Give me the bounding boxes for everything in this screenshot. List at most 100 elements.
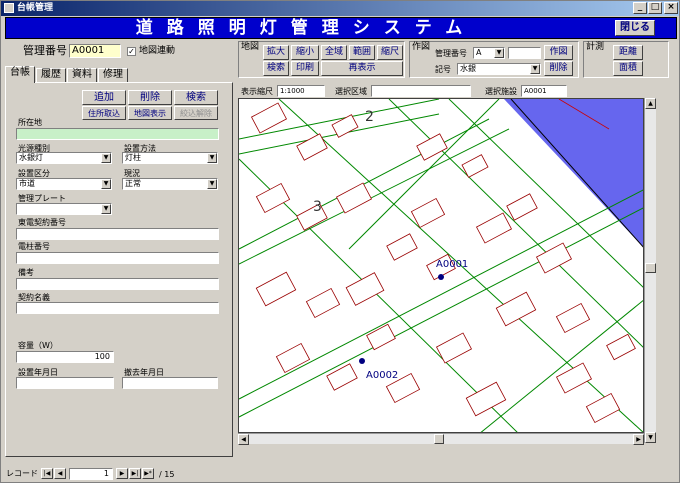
current-record-field[interactable]: 1 — [69, 468, 113, 480]
block-label: 3 — [313, 199, 322, 215]
location-field[interactable] — [16, 128, 219, 140]
map-group-label: 地図 — [241, 42, 260, 52]
id-field[interactable]: A0001 — [69, 44, 121, 58]
next-record-icon[interactable]: ▶ — [116, 468, 128, 479]
draw-group-label: 作図 — [412, 42, 431, 52]
marker-label: A0001 — [436, 259, 468, 270]
scroll-up-icon[interactable]: ▲ — [645, 98, 656, 109]
delete-drawing-button[interactable]: 削除 — [544, 61, 573, 76]
zoom-in-button[interactable]: 拡大 — [263, 45, 289, 60]
light-marker[interactable] — [438, 274, 444, 280]
map-view[interactable]: 2 3 A0001 A0002 — [238, 98, 644, 433]
close-button[interactable]: 閉じる — [615, 20, 655, 36]
install-date-field[interactable] — [16, 377, 114, 389]
area-button[interactable]: 面積 — [613, 61, 643, 76]
record-total: / 15 — [159, 470, 175, 479]
close-window-button[interactable]: × — [664, 2, 678, 14]
light-marker[interactable] — [359, 358, 365, 364]
scale-label: 表示縮尺 — [241, 87, 273, 96]
light-type-combo[interactable]: 水銀灯 ▼ — [16, 152, 112, 164]
chevron-down-icon[interactable]: ▼ — [207, 179, 217, 189]
pole-field[interactable] — [16, 252, 219, 264]
chevron-down-icon[interactable]: ▼ — [207, 153, 217, 163]
facility-value: A0001 — [521, 85, 567, 97]
print-button[interactable]: 印刷 — [291, 61, 319, 76]
full-extent-button[interactable]: 全域 — [321, 45, 347, 60]
plate-combo[interactable]: ▼ — [16, 203, 112, 215]
maximize-button[interactable]: □ — [648, 2, 662, 14]
chevron-down-icon[interactable]: ▼ — [494, 48, 504, 58]
draw-id-combo[interactable]: A ▼ — [473, 47, 505, 59]
scroll-right-icon[interactable]: ▶ — [633, 434, 644, 445]
status-combo[interactable]: 正常 ▼ — [122, 178, 218, 190]
measure-group-label: 計測 — [586, 42, 605, 52]
contract-label: 東電契約番号 — [18, 218, 66, 227]
draw-id-value: A — [476, 48, 482, 57]
status-value: 正常 — [125, 179, 141, 188]
capacity-field[interactable]: 100 — [16, 351, 114, 363]
narrow-off-button[interactable]: 絞込解除 — [174, 106, 218, 120]
id-label: 管理番号 — [23, 44, 67, 57]
map-link-checkbox[interactable]: ✓ — [127, 47, 136, 56]
new-record-icon[interactable]: ▶* — [142, 468, 154, 479]
install-class-combo[interactable]: 市道 ▼ — [16, 178, 112, 190]
distance-button[interactable]: 距離 — [613, 45, 643, 60]
address-import-button[interactable]: 住所取込 — [82, 106, 126, 120]
install-method-combo[interactable]: 灯柱 ▼ — [122, 152, 218, 164]
app-icon — [4, 3, 14, 13]
horizontal-scroll-thumb[interactable] — [434, 434, 444, 444]
marker-label: A0002 — [366, 370, 398, 381]
system-title: 道路照明灯管理システム — [135, 18, 477, 38]
contract-field[interactable] — [16, 228, 219, 240]
install-method-value: 灯柱 — [125, 153, 141, 162]
range-button[interactable]: 範囲 — [349, 45, 375, 60]
area-label: 選択区域 — [335, 87, 367, 96]
symbol-combo[interactable]: 水銀 ▼ — [457, 63, 541, 75]
prev-record-icon[interactable]: ◀ — [54, 468, 66, 479]
draw-id-label: 管理番号 — [435, 49, 467, 58]
last-record-icon[interactable]: ▶| — [129, 468, 141, 479]
install-class-value: 市道 — [19, 179, 35, 188]
draw-id-extra-field[interactable] — [508, 47, 541, 59]
search-map-button[interactable]: 検索 — [263, 61, 289, 76]
symbol-value: 水銀 — [460, 64, 476, 73]
capacity-label: 容量（W） — [18, 341, 58, 350]
tab-repair[interactable]: 修理 — [98, 68, 128, 82]
tab-documents[interactable]: 資料 — [67, 68, 97, 82]
map-show-button[interactable]: 地図表示 — [128, 106, 172, 120]
chevron-down-icon[interactable]: ▼ — [101, 153, 111, 163]
area-value — [371, 85, 471, 97]
search-button[interactable]: 検索 — [174, 90, 218, 105]
scroll-left-icon[interactable]: ◀ — [238, 434, 249, 445]
symbol-label: 記号 — [435, 65, 451, 74]
record-navigator: レコード |◀ ◀ 1 ▶ ▶| ▶* / 15 — [1, 463, 679, 483]
scale-button[interactable]: 縮尺 — [377, 45, 403, 60]
chevron-down-icon[interactable]: ▼ — [101, 179, 111, 189]
banner: 道路照明灯管理システム 閉じる — [5, 17, 677, 39]
draw-button[interactable]: 作図 — [544, 45, 573, 60]
light-type-value: 水銀灯 — [19, 153, 43, 162]
map-link-label: 地図連動 — [139, 46, 176, 56]
tab-history[interactable]: 履歴 — [36, 68, 66, 82]
note-field[interactable] — [16, 278, 219, 290]
map-vertical-scrollbar[interactable]: ▲ ▼ — [644, 98, 656, 443]
map-horizontal-scrollbar[interactable]: ◀ ▶ — [238, 433, 644, 445]
delete-button[interactable]: 削除 — [128, 90, 172, 105]
add-button[interactable]: 追加 — [82, 90, 126, 105]
vertical-scroll-thumb[interactable] — [645, 263, 656, 273]
minimize-button[interactable]: _ — [633, 2, 647, 14]
tab-ledger[interactable]: 台帳 — [5, 66, 35, 83]
title-bar: 台帳管理 _ □ × — [1, 1, 679, 16]
zoom-out-button[interactable]: 縮小 — [291, 45, 319, 60]
chevron-down-icon[interactable]: ▼ — [101, 204, 111, 214]
redraw-button[interactable]: 再表示 — [321, 61, 403, 76]
removal-date-field[interactable] — [122, 377, 218, 389]
chevron-down-icon[interactable]: ▼ — [530, 64, 540, 74]
map-canvas[interactable]: 2 3 A0001 A0002 — [239, 99, 644, 433]
contract-name-field[interactable] — [16, 302, 219, 314]
first-record-icon[interactable]: |◀ — [41, 468, 53, 479]
block-label: 2 — [365, 109, 374, 125]
window: 台帳管理 _ □ × 道路照明灯管理システム 閉じる 管理番号 A0001 ✓ … — [0, 0, 680, 483]
scroll-down-icon[interactable]: ▼ — [645, 432, 656, 443]
facility-label: 選択施設 — [485, 87, 517, 96]
